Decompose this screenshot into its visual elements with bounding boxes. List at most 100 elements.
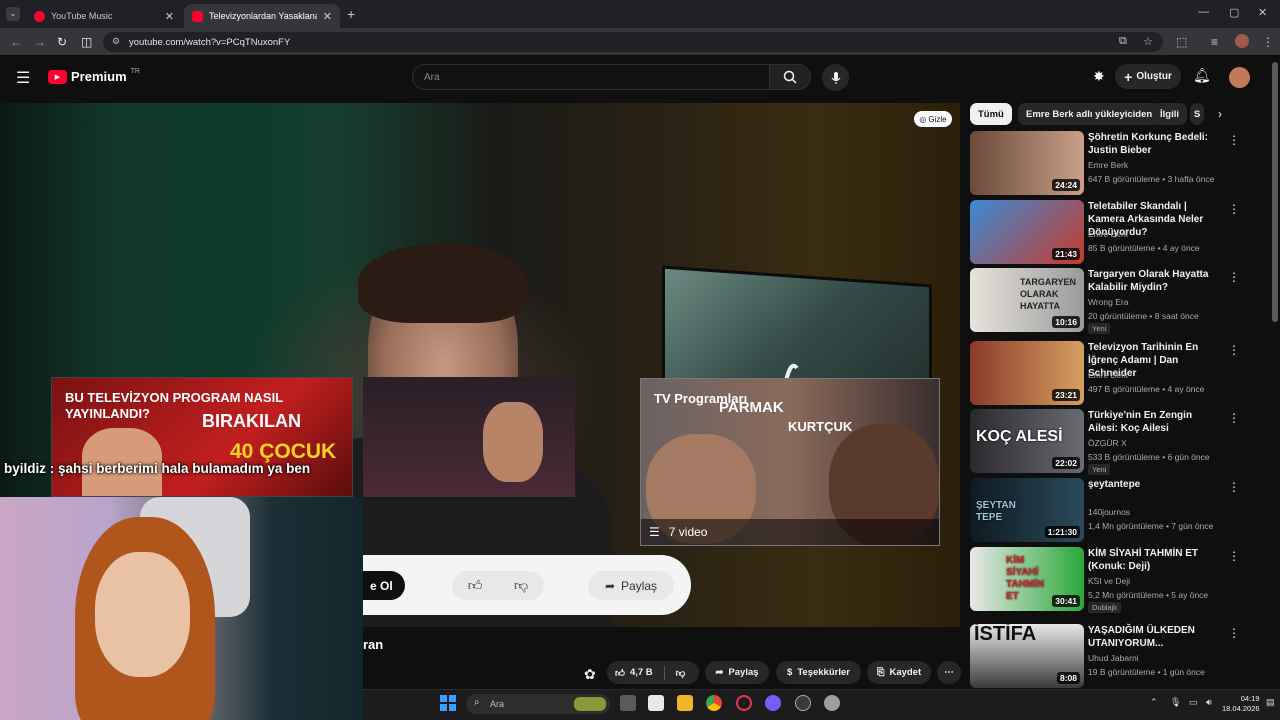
recommendation-item[interactable]: 23:21 Televizyon Tarihinin En İğrenç Ada… [970, 341, 1270, 405]
video-title[interactable]: YAŞADIĞIM ÜLKEDEN UTANIYORUM... [1088, 624, 1223, 650]
video-title[interactable]: Şöhretin Korkunç Bedeli: Justin Bieber [1088, 131, 1223, 157]
settings-gear-icon[interactable] [824, 695, 840, 711]
scrollbar-thumb[interactable] [1272, 62, 1278, 322]
recommendation-item[interactable]: 21:43 Teletabiler Skandalı | Kamera Arka… [970, 200, 1270, 264]
video-thumbnail[interactable]: İSTİFA 8:08 [970, 624, 1084, 688]
channel-name[interactable]: Emre Berk [1088, 229, 1128, 239]
video-thumbnail[interactable]: KİM SİYAHİ TAHMİN ET 30:41 [970, 547, 1084, 611]
kebab-menu-icon[interactable]: ⋮ [1228, 133, 1240, 147]
video-thumbnail[interactable]: 24:24 [970, 131, 1084, 195]
chip-related[interactable]: İlgili [1152, 103, 1187, 125]
video-title[interactable]: Türkiye'nin En Zengin Ailesi: Koç Ailesi [1088, 409, 1223, 435]
close-icon[interactable]: ✕ [323, 10, 332, 23]
recommendation-item[interactable]: ŞEYTAN TEPE 1:21:30 şeytantepe 140journos… [970, 478, 1270, 542]
url-field[interactable]: ⚙ youtube.com/watch?v=PCqTNuxonFY ⧉ ☆ [103, 32, 1163, 52]
video-title[interactable]: şeytantepe [1088, 478, 1223, 491]
channel-name[interactable]: ÖZGÜR X [1088, 438, 1127, 448]
site-info-icon[interactable]: ⚙ [112, 36, 120, 47]
sponsor-icon[interactable]: ✸ [1093, 68, 1105, 85]
youtube-logo[interactable]: ▶ Premium TR [48, 68, 140, 84]
video-thumbnail[interactable]: 23:21 [970, 341, 1084, 405]
more-actions-button[interactable]: ⋯ [937, 661, 961, 684]
recommendation-item[interactable]: TARGARYEN OLARAK HAYATTA 10:16 Targaryen … [970, 268, 1270, 334]
guide-menu-icon[interactable]: ☰ [16, 68, 30, 88]
steam-icon[interactable] [795, 695, 811, 711]
search-input[interactable]: Ara [412, 64, 770, 90]
app-icon[interactable] [765, 695, 781, 711]
video-title[interactable]: KİM SİYAHİ TAHMİN ET (Konuk: Deji) [1088, 547, 1223, 573]
channel-name[interactable]: Uhud Jabarni [1088, 653, 1139, 663]
kebab-menu-icon[interactable]: ⋮ [1228, 202, 1240, 216]
tray-network-icon[interactable]: ▭ [1189, 697, 1198, 708]
video-thumbnail[interactable]: KOÇ ALESİ 22:02 [970, 409, 1084, 473]
emoji-reaction-icon[interactable]: ✿ [584, 666, 596, 683]
notification-center-icon[interactable]: ▤ [1266, 697, 1275, 708]
kebab-menu-icon[interactable]: ⋮ [1228, 343, 1240, 357]
task-view-icon[interactable] [620, 695, 636, 711]
voice-search-button[interactable] [822, 64, 849, 91]
video-thumbnail[interactable]: ŞEYTAN TEPE 1:21:30 [970, 478, 1084, 542]
share-button[interactable]: ➦ Paylaş [705, 661, 769, 684]
endscreen-card-playlist[interactable]: TV Programları PARMAK KURTÇUK ☰ 7 video [640, 378, 940, 546]
recommendation-item[interactable]: KOÇ ALESİ 22:02 Türkiye'nin En Zengin Ail… [970, 409, 1270, 475]
endscreen-card-channel[interactable] [363, 377, 575, 497]
kebab-menu-icon[interactable]: ⋮ [1228, 480, 1240, 494]
taskbar-search[interactable]: ⌕ Ara [466, 694, 610, 714]
channel-name[interactable]: KSI ve Deji [1088, 576, 1130, 586]
minimize-icon[interactable]: — [1198, 6, 1209, 18]
recommendation-item[interactable]: 24:24 Şöhretin Korkunç Bedeli: Justin Bi… [970, 131, 1270, 195]
tab-list-button[interactable]: ⌄ [6, 7, 20, 21]
kebab-menu-icon[interactable]: ⋮ [1228, 626, 1240, 640]
sidebar-toggle-icon[interactable]: ◫ [81, 35, 92, 49]
reading-list-icon[interactable]: ≡ [1211, 35, 1218, 49]
save-button[interactable]: ⎘ Kaydet [867, 661, 931, 684]
chip-more[interactable]: S [1190, 103, 1204, 125]
new-tab-icon[interactable]: + [347, 6, 355, 22]
browser-menu-icon[interactable]: ⋮ [1262, 35, 1274, 49]
dislike-button[interactable]: 👎︎ [676, 667, 686, 679]
opera-icon[interactable] [736, 695, 752, 711]
account-avatar[interactable] [1229, 67, 1250, 88]
maximize-icon[interactable]: ▢ [1229, 6, 1239, 19]
taskbar-clock[interactable]: 04:19 18.04.2026 [1222, 694, 1260, 714]
tab-active-video[interactable]: Televizyonlardan Yasaklanan Gü ✕ [184, 4, 340, 28]
tray-mic-icon[interactable]: 🎙︎ [1170, 697, 1181, 708]
recommendation-item[interactable]: KİM SİYAHİ TAHMİN ET 30:41 KİM SİYAHİ TAH… [970, 547, 1270, 613]
kebab-menu-icon[interactable]: ⋮ [1228, 411, 1240, 425]
create-button[interactable]: + Oluştur [1115, 64, 1181, 89]
hide-button[interactable]: ◎ Gizle [914, 111, 952, 127]
windows-start-icon[interactable] [440, 695, 456, 711]
search-button[interactable] [769, 64, 811, 90]
store-icon[interactable] [648, 695, 664, 711]
reload-icon[interactable]: ↻ [57, 35, 67, 49]
tray-chevron-icon[interactable]: ⌃ [1150, 697, 1158, 708]
tray-volume-icon[interactable]: 🔊︎ [1206, 697, 1212, 708]
channel-name[interactable]: 140journos [1088, 507, 1130, 517]
bookmark-star-icon[interactable]: ☆ [1143, 35, 1153, 48]
video-thumbnail[interactable]: TARGARYEN OLARAK HAYATTA 10:16 [970, 268, 1084, 332]
chip-uploader[interactable]: Emre Berk adlı yükleyiciden [1018, 103, 1161, 125]
chrome-icon[interactable] [706, 695, 722, 711]
video-thumbnail[interactable]: 21:43 [970, 200, 1084, 264]
install-icon[interactable]: ⧉ [1119, 35, 1127, 48]
close-icon[interactable]: ✕ [165, 10, 174, 23]
back-icon[interactable]: ← [10, 35, 22, 49]
channel-name[interactable]: Wrong Era [1088, 297, 1128, 307]
tab-youtube-music[interactable]: YouTube Music ✕ [26, 4, 182, 28]
like-button[interactable]: 👍︎ 4,7 B [615, 667, 653, 679]
notifications-bell-icon[interactable]: 🔔︎ [1193, 67, 1211, 84]
extensions-icon[interactable]: ⬚ [1176, 35, 1187, 49]
recommendation-item[interactable]: İSTİFA 8:08 YAŞADIĞIM ÜLKEDEN UTANIYORUM.… [970, 624, 1270, 688]
endscreen-card-left[interactable]: BU TELEVİZYON PROGRAM NASIL YAYINLANDI? B… [51, 377, 353, 497]
channel-name[interactable]: Emre Berk [1088, 160, 1128, 170]
chip-all[interactable]: Tümü [970, 103, 1012, 125]
thanks-button[interactable]: $ Teşekkürler [776, 661, 861, 684]
kebab-menu-icon[interactable]: ⋮ [1228, 549, 1240, 563]
kebab-menu-icon[interactable]: ⋮ [1228, 270, 1240, 284]
window-close-icon[interactable]: ✕ [1258, 6, 1267, 19]
video-title[interactable]: Targaryen Olarak Hayatta Kalabilir Miydi… [1088, 268, 1223, 294]
channel-name[interactable]: Emre Berk [1088, 370, 1128, 380]
chevron-right-icon[interactable]: › [1218, 107, 1222, 121]
file-explorer-icon[interactable] [677, 695, 693, 711]
profile-avatar[interactable] [1235, 34, 1249, 48]
